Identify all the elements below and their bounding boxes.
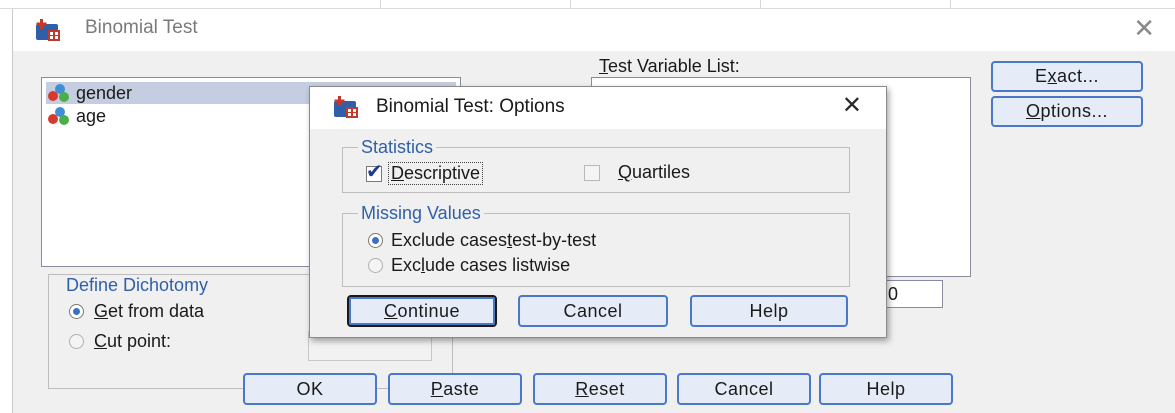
- paste-button[interactable]: Paste: [388, 373, 522, 405]
- help-button[interactable]: Help: [819, 373, 953, 405]
- cancel-button[interactable]: Cancel: [518, 295, 668, 327]
- close-icon[interactable]: ✕: [842, 94, 862, 118]
- exact-button[interactable]: Ex act...: [991, 61, 1143, 92]
- nominal-variable-icon: [48, 107, 69, 125]
- grid-line: [760, 0, 761, 8]
- options-window-title: Binomial Test: Options: [376, 96, 565, 117]
- radio-unselected-icon[interactable]: [368, 258, 383, 273]
- descriptive-checkbox[interactable]: ✔ Descriptive: [366, 162, 484, 185]
- test-proportion-input[interactable]: 0: [883, 280, 943, 308]
- reset-button[interactable]: Reset: [533, 373, 667, 405]
- cancel-button[interactable]: Cancel: [677, 373, 811, 405]
- options-title-bar: Binomial Test: Options ✕: [310, 87, 886, 129]
- checkbox-checked-icon[interactable]: ✔: [366, 162, 383, 182]
- radio-selected-icon[interactable]: [368, 233, 383, 248]
- spss-dialog-icon: [334, 96, 358, 118]
- quartiles-checkbox[interactable]: Quartiles: [584, 162, 690, 183]
- nominal-variable-icon: [48, 84, 69, 102]
- window-title: Binomial Test: [85, 17, 198, 38]
- test-variable-list-label: Test Variable List:: [599, 56, 740, 76]
- get-from-data-radio[interactable]: Get from data: [69, 301, 204, 322]
- variable-name: gender: [76, 82, 133, 103]
- grid-line: [380, 0, 381, 8]
- options-button[interactable]: Options...: [991, 96, 1143, 127]
- title-bar: Binomial Test ✕: [13, 9, 1175, 51]
- spss-dialog-icon: [36, 19, 60, 41]
- ok-button[interactable]: OK: [243, 373, 377, 405]
- cut-point-radio[interactable]: Cut point:: [69, 331, 171, 352]
- statistics-legend: Statistics: [358, 137, 437, 158]
- help-button[interactable]: Help: [690, 295, 848, 327]
- continue-button[interactable]: Continue: [347, 295, 497, 327]
- close-icon[interactable]: ✕: [1133, 15, 1155, 41]
- variable-name: age: [76, 105, 107, 126]
- radio-unselected-icon[interactable]: [69, 334, 84, 349]
- grid-line: [950, 0, 951, 8]
- radio-selected-icon[interactable]: [69, 304, 84, 319]
- exclude-listwise-radio[interactable]: Exc l ude cases listwise: [368, 255, 570, 276]
- checkbox-unchecked-icon[interactable]: [584, 164, 600, 181]
- define-dichotomy-legend: Define Dichotomy: [63, 275, 212, 296]
- exclude-test-by-test-radio[interactable]: Exclude cases t est-by-test: [368, 230, 596, 251]
- options-dialog: Binomial Test: Options ✕ Statistics ✔ De…: [309, 86, 887, 338]
- grid-line: [570, 0, 571, 8]
- missing-values-legend: Missing Values: [358, 203, 484, 224]
